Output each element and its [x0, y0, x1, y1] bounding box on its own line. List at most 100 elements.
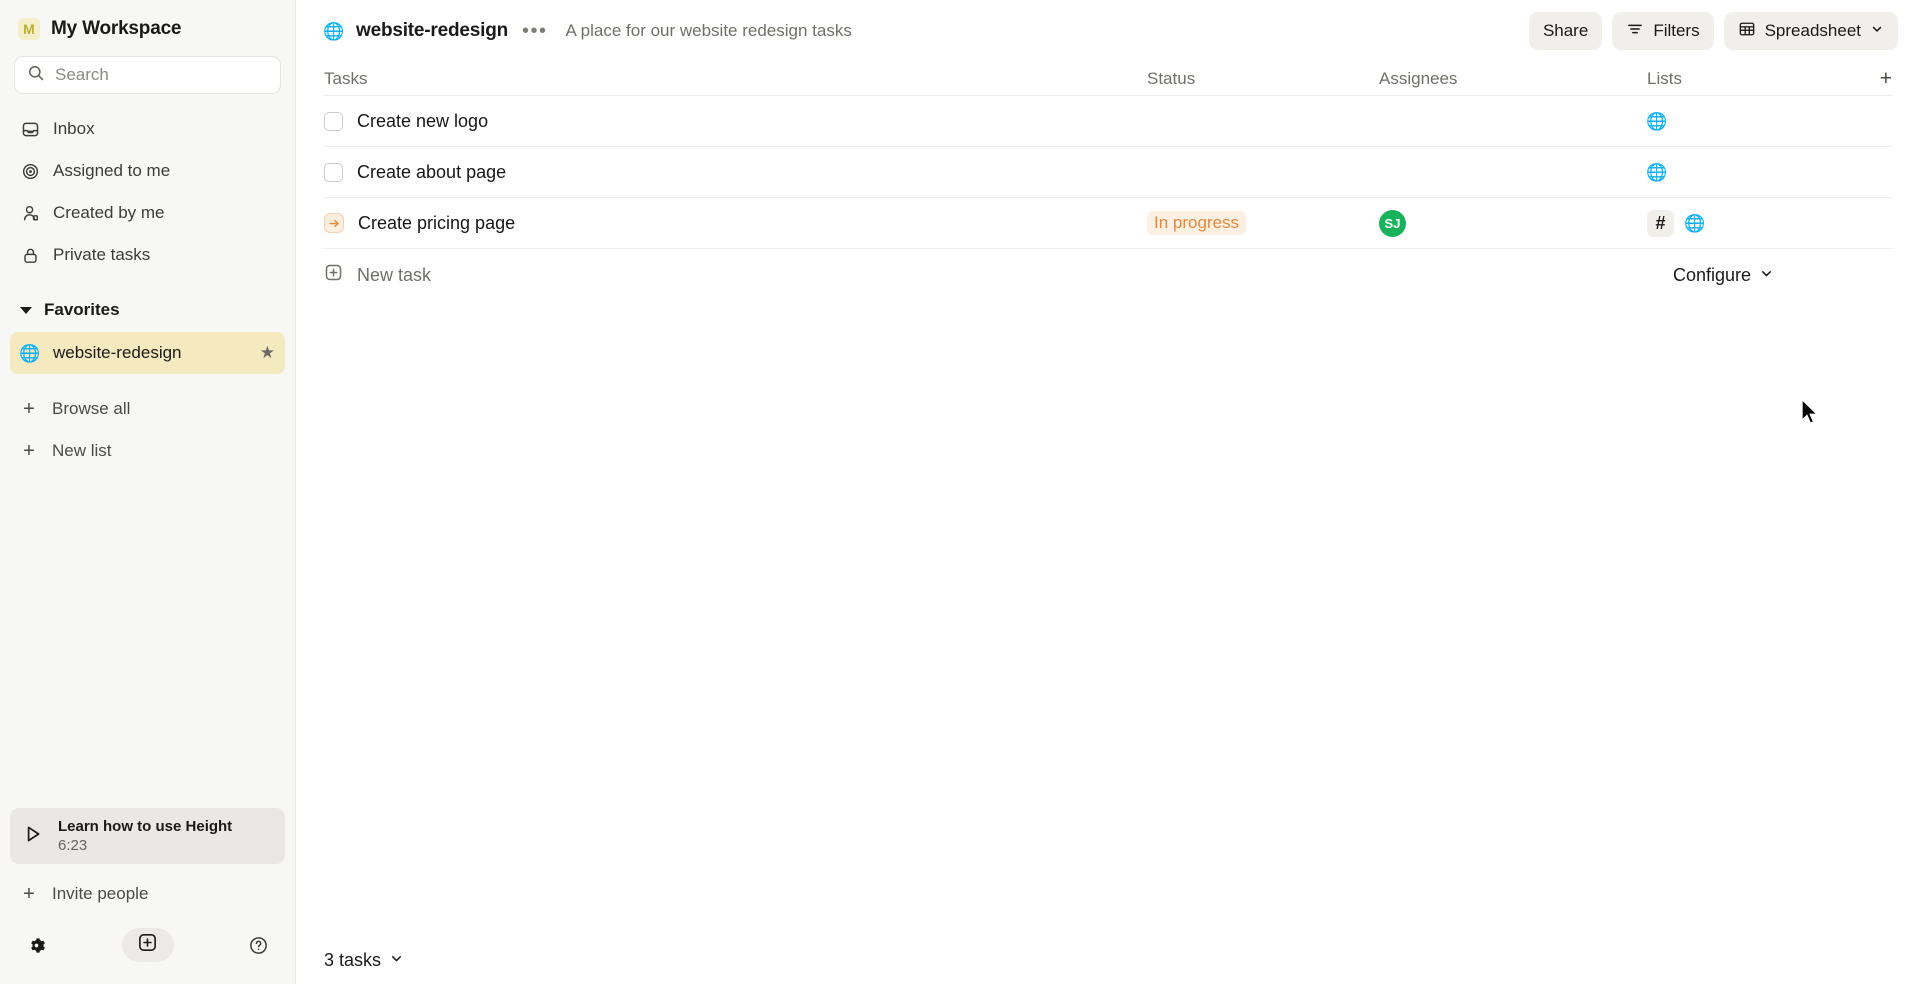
search-input[interactable]: Search [14, 56, 281, 94]
configure-label: Configure [1672, 264, 1751, 285]
chevron-down-icon [1870, 21, 1884, 41]
globe-money-icon: 🌐 [19, 343, 41, 363]
sidebar-item-label: Created by me [53, 203, 165, 222]
new-task-row: New task Configure [324, 249, 1892, 301]
target-icon [20, 161, 40, 181]
sidebar-item-inbox[interactable]: Inbox [10, 108, 285, 150]
new-list-button[interactable]: + New list [10, 430, 285, 472]
plus-icon: + [23, 397, 35, 420]
user-icon [20, 203, 40, 223]
configure-button[interactable]: Configure [1673, 265, 1892, 286]
filters-button[interactable]: Filters [1612, 12, 1714, 50]
new-list-label: New list [52, 441, 112, 460]
invite-people-label: Invite people [52, 884, 149, 903]
browse-all-label: Browse all [52, 399, 131, 418]
sidebar-item-created-by-me[interactable]: Created by me [10, 192, 285, 234]
task-title[interactable]: Create pricing page [358, 213, 515, 234]
task-count-label: 3 tasks [324, 949, 382, 970]
plus-square-icon [137, 932, 158, 958]
task-title[interactable]: Create new logo [357, 111, 488, 132]
view-switcher-label: Spreadsheet [1764, 21, 1861, 40]
column-header-status: Status [1147, 68, 1196, 88]
status-badge[interactable]: In progress [1147, 211, 1247, 235]
workspace-switcher[interactable]: M My Workspace [0, 0, 295, 50]
plus-icon: + [23, 882, 35, 905]
invite-people-button[interactable]: + Invite people [10, 872, 285, 916]
hash-list-chip[interactable]: # [1647, 209, 1674, 237]
sidebar-item-label: Private tasks [53, 245, 151, 264]
task-lists-cell[interactable]: 🌐 [1646, 162, 1862, 182]
sidebar-item-assigned-to-me[interactable]: Assigned to me [10, 150, 285, 192]
browse-all-button[interactable]: + Browse all [10, 388, 285, 430]
tasks-table: Tasks Status Assignees Lists + Create ne… [296, 62, 1920, 301]
main-content: 🌐 website-redesign ••• A place for our w… [296, 0, 1920, 984]
view-switcher-button[interactable]: Spreadsheet [1723, 12, 1898, 50]
main-footer: 3 tasks [296, 936, 1920, 984]
task-assignees-cell[interactable]: SJ [1379, 209, 1647, 237]
learn-card-duration: 6:23 [58, 837, 88, 854]
list-description: A place for our website redesign tasks [565, 21, 852, 40]
chevron-down-icon [20, 306, 32, 314]
filters-button-label: Filters [1653, 21, 1700, 40]
share-button[interactable]: Share [1528, 12, 1603, 50]
globe-money-icon: 🌐 [1646, 162, 1668, 182]
new-task-button[interactable]: New task [324, 263, 431, 287]
sidebar-item-label: Inbox [53, 119, 95, 138]
breadcrumb[interactable]: 🌐 website-redesign [323, 20, 509, 42]
sidebar-footer [0, 922, 295, 984]
learn-how-to-use-height-card[interactable]: Learn how to use Height 6:23 [10, 808, 285, 864]
star-filled-icon[interactable]: ★ [260, 343, 275, 363]
task-title[interactable]: Create about page [357, 162, 506, 183]
sidebar-item-label: website-redesign [53, 343, 182, 362]
sidebar: M My Workspace Search Inbox Assigned to … [0, 0, 296, 984]
app-root: M My Workspace Search Inbox Assigned to … [0, 0, 1920, 984]
column-header-assignees: Assignees [1379, 68, 1458, 88]
table-row[interactable]: Create about page 🌐 [324, 147, 1892, 198]
chevron-down-icon [389, 950, 404, 971]
gear-icon[interactable] [26, 935, 47, 956]
filter-icon [1626, 20, 1644, 43]
task-status-cell[interactable]: In progress [1147, 211, 1379, 235]
task-checkbox[interactable] [324, 162, 343, 182]
page-title: website-redesign [356, 20, 509, 41]
spreadsheet-icon [1738, 20, 1756, 43]
column-header-lists: Lists [1647, 68, 1682, 88]
task-lists-cell[interactable]: # 🌐 [1647, 209, 1862, 237]
in-progress-icon[interactable] [324, 213, 344, 233]
sidebar-item-private-tasks[interactable]: Private tasks [10, 234, 285, 276]
task-lists-cell[interactable]: 🌐 [1646, 111, 1862, 131]
top-bar-actions: Share Filters Spreadsheet [1528, 12, 1898, 50]
table-row[interactable]: Create pricing page In progress SJ # 🌐 [324, 198, 1892, 249]
new-task-label: New task [357, 264, 432, 285]
task-checkbox[interactable] [324, 111, 343, 131]
sidebar-item-label: Assigned to me [53, 161, 171, 180]
globe-money-icon: 🌐 [1684, 213, 1706, 233]
top-bar: 🌐 website-redesign ••• A place for our w… [296, 0, 1920, 62]
workspace-name: My Workspace [51, 18, 182, 39]
favorites-label: Favorites [44, 300, 120, 319]
inbox-icon [20, 119, 40, 139]
globe-money-icon: 🌐 [323, 21, 345, 41]
sidebar-nav: Inbox Assigned to me Created by me Priva… [0, 106, 295, 276]
avatar[interactable]: SJ [1379, 209, 1406, 237]
learn-card-title: Learn how to use Height [58, 818, 233, 835]
share-button-label: Share [1542, 21, 1589, 40]
plus-icon: + [23, 439, 35, 462]
add-column-button[interactable]: + [1862, 67, 1892, 91]
favorites-section-header[interactable]: Favorites [10, 290, 285, 330]
sidebar-item-website-redesign[interactable]: 🌐 website-redesign ★ [10, 332, 285, 374]
table-row[interactable]: Create new logo 🌐 [324, 96, 1892, 147]
task-count-button[interactable]: 3 tasks [324, 950, 404, 971]
play-icon [22, 823, 44, 850]
plus-square-icon [324, 263, 343, 287]
table-header-row: Tasks Status Assignees Lists + [324, 62, 1892, 96]
chevron-down-icon [1759, 265, 1774, 286]
column-header-tasks: Tasks [324, 68, 368, 88]
question-circle-icon[interactable] [248, 935, 269, 956]
workspace-logo: M [18, 18, 40, 40]
globe-money-icon: 🌐 [1646, 111, 1668, 131]
mouse-cursor [1800, 397, 1822, 433]
ellipsis-icon[interactable]: ••• [522, 21, 548, 41]
new-item-button[interactable] [121, 928, 174, 962]
search-placeholder: Search [55, 65, 109, 84]
